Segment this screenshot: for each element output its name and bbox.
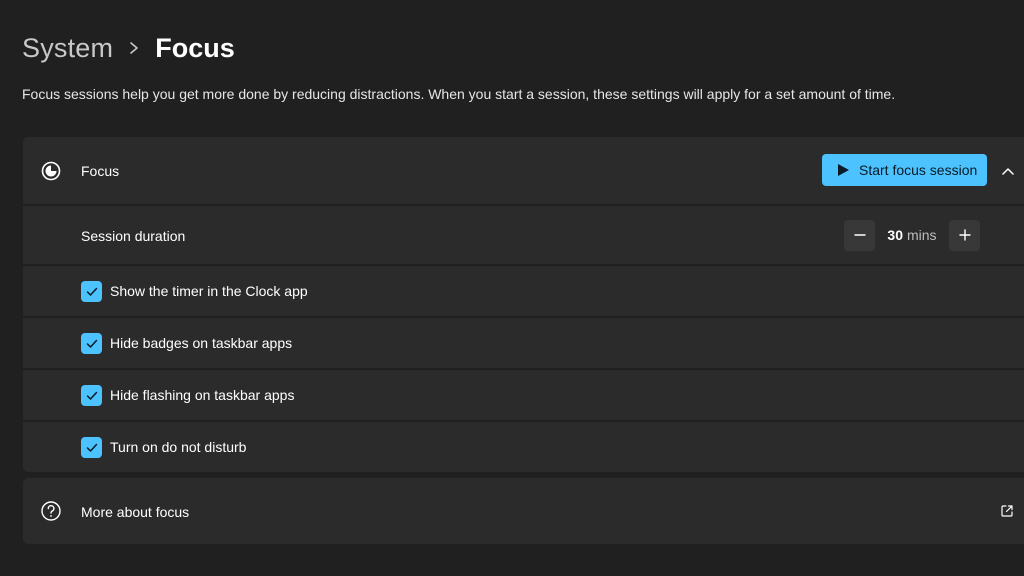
page-description: Focus sessions help you get more done by… — [22, 86, 896, 102]
session-duration-row: Session duration 30 mins — [23, 206, 1024, 264]
breadcrumb: System Focus — [22, 28, 235, 68]
focus-label: Focus — [81, 163, 120, 179]
chevron-right-icon — [121, 28, 147, 68]
breadcrumb-system[interactable]: System — [22, 33, 113, 64]
duration-stepper: 30 mins — [844, 219, 980, 251]
external-link-icon — [1000, 504, 1014, 518]
option-row-do-not-disturb: Turn on do not disturb — [23, 422, 1024, 472]
checkmark-icon — [86, 391, 97, 400]
help-circle-icon — [40, 500, 62, 522]
decrement-button[interactable] — [844, 219, 875, 251]
more-about-focus-link[interactable]: More about focus — [23, 478, 1024, 544]
option-row-hide-badges: Hide badges on taskbar apps — [23, 318, 1024, 368]
duration-value: 30 mins — [875, 227, 949, 243]
hide-badges-checkbox[interactable] — [81, 333, 102, 354]
checkmark-icon — [86, 339, 97, 348]
hide-flashing-checkbox[interactable] — [81, 385, 102, 406]
collapse-button[interactable] — [996, 159, 1020, 183]
chevron-up-icon — [1002, 168, 1014, 175]
page-title: Focus — [155, 32, 235, 63]
increment-button[interactable] — [949, 219, 980, 251]
show-timer-label: Show the timer in the Clock app — [110, 283, 308, 299]
duration-unit: mins — [907, 227, 937, 243]
checkmark-icon — [86, 287, 97, 296]
do-not-disturb-checkbox[interactable] — [81, 437, 102, 458]
do-not-disturb-label: Turn on do not disturb — [110, 439, 247, 455]
session-duration-label: Session duration — [81, 228, 186, 244]
focus-card-header[interactable]: Focus Start focus session — [23, 137, 1024, 204]
option-row-show-timer: Show the timer in the Clock app — [23, 266, 1024, 316]
checkmark-icon — [86, 443, 97, 452]
start-focus-session-button[interactable]: Start focus session — [822, 154, 987, 186]
minus-icon — [853, 234, 866, 236]
plus-icon — [958, 229, 971, 241]
settings-page: System Focus Focus sessions help you get… — [0, 0, 1024, 576]
duration-number: 30 — [887, 227, 903, 243]
start-focus-session-label: Start focus session — [859, 162, 978, 178]
focus-icon — [40, 160, 62, 182]
more-about-focus-label: More about focus — [81, 504, 190, 520]
play-icon — [838, 164, 849, 176]
show-timer-checkbox[interactable] — [81, 281, 102, 302]
option-row-hide-flashing: Hide flashing on taskbar apps — [23, 370, 1024, 420]
hide-badges-label: Hide badges on taskbar apps — [110, 335, 293, 351]
hide-flashing-label: Hide flashing on taskbar apps — [110, 387, 295, 403]
